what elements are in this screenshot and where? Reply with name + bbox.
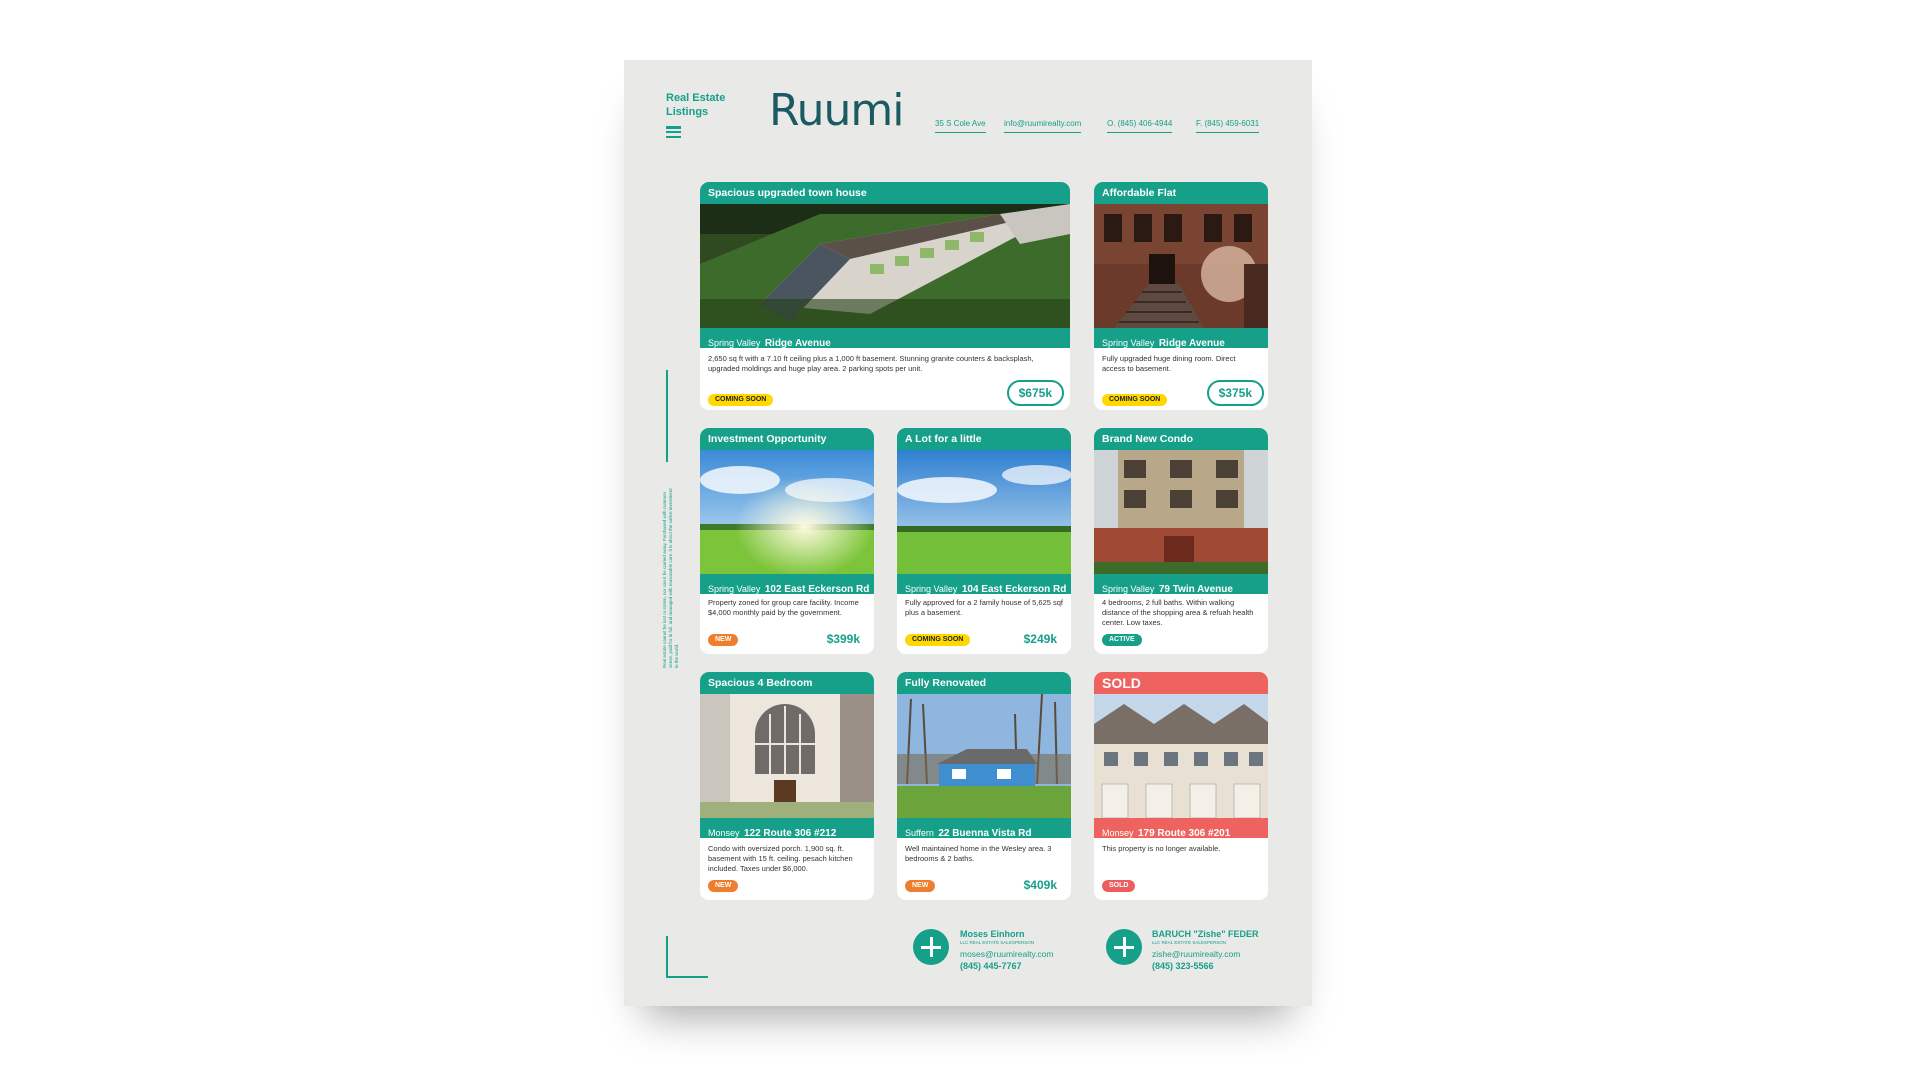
listing-card[interactable]: Brand New Condo Spring Valley 79 Twin Av… bbox=[1094, 428, 1268, 654]
listing-card[interactable]: Investment Opportunity Spring Valley 102… bbox=[700, 428, 874, 654]
listing-title: Spacious 4 Bedroom bbox=[700, 672, 874, 694]
listing-photo-condo bbox=[1094, 450, 1268, 574]
agent-contact: BARUCH "Zishe" FEDER LLC REAL ESTATE SAL… bbox=[1152, 929, 1259, 971]
listing-title: Investment Opportunity bbox=[700, 428, 874, 450]
listing-card[interactable]: Spacious upgraded town house Spring Vall… bbox=[700, 182, 1070, 410]
listing-photo-ranch-house bbox=[897, 694, 1071, 818]
listing-description: Property zoned for group care facility. … bbox=[708, 598, 859, 617]
listing-address: Suffern 22 Buenna Vista Rd bbox=[897, 818, 1071, 838]
corner-mark bbox=[666, 936, 708, 978]
status-badge: NEW bbox=[708, 880, 739, 892]
listing-description: Fully upgraded huge dining room. Direct … bbox=[1102, 354, 1236, 373]
listing-card[interactable]: Affordable Flat Spring Valley Ridge Aven… bbox=[1094, 182, 1268, 410]
listing-photo-arched-house bbox=[700, 694, 874, 818]
agent-name: BARUCH "Zishe" FEDER bbox=[1152, 929, 1259, 939]
status-badge: SOLD bbox=[1102, 880, 1136, 892]
listing-card[interactable]: Fully Renovated Suffern 22 Buenna Vista … bbox=[897, 672, 1071, 900]
listing-description: Condo with oversized porch. 1,900 sq. ft… bbox=[708, 844, 853, 873]
listing-price: $249k bbox=[1023, 632, 1057, 646]
listing-title: Spacious upgraded town house bbox=[700, 182, 1070, 204]
listing-photo-field bbox=[700, 450, 874, 574]
listing-price: $409k bbox=[1023, 878, 1057, 892]
side-note: Real estate cannot be lost or stolen, no… bbox=[662, 488, 679, 668]
listing-card-sold[interactable]: SOLD Monsey 179 Route 306 #201 This prop… bbox=[1094, 672, 1268, 900]
ruumi-logo: Ruumi bbox=[769, 85, 904, 136]
plus-icon[interactable] bbox=[1106, 929, 1142, 965]
status-badge: COMING SOON bbox=[708, 394, 774, 406]
listing-title: A Lot for a little bbox=[897, 428, 1071, 450]
listing-description: Well maintained home in the Wesley area.… bbox=[905, 844, 1052, 863]
listing-title: Brand New Condo bbox=[1094, 428, 1268, 450]
agent-phone[interactable]: (845) 323-5566 bbox=[1152, 961, 1259, 971]
listing-address: Spring Valley 104 East Eckerson Rd bbox=[897, 574, 1071, 594]
agent-role: LLC REAL ESTATE SALESPERSON bbox=[960, 940, 1034, 945]
status-badge: NEW bbox=[905, 880, 936, 892]
listing-address: Monsey 122 Route 306 #212 bbox=[700, 818, 874, 838]
sold-banner: SOLD bbox=[1094, 672, 1268, 694]
plus-icon[interactable] bbox=[913, 929, 949, 965]
agent-email[interactable]: zishe@ruumirealty.com bbox=[1152, 949, 1259, 959]
listing-description: Fully approved for a 2 family house of 5… bbox=[905, 598, 1064, 617]
listing-address: Spring Valley Ridge Avenue bbox=[1094, 328, 1268, 348]
listing-price: $399k bbox=[826, 632, 860, 646]
status-badge: ACTIVE bbox=[1102, 634, 1142, 646]
status-badge: COMING SOON bbox=[1102, 394, 1168, 406]
contact-address[interactable]: 35 S Cole Ave bbox=[935, 119, 986, 133]
contact-office-phone[interactable]: O. (845) 406-4944 bbox=[1107, 119, 1173, 133]
listing-description: 4 bedrooms, 2 full baths. Within walking… bbox=[1102, 598, 1254, 627]
contact-email[interactable]: info@ruumirealty.com bbox=[1004, 119, 1082, 133]
menu-icon[interactable] bbox=[666, 126, 681, 139]
agent-name: Moses Einhorn bbox=[960, 929, 1025, 939]
listing-price: $375k bbox=[1206, 380, 1264, 406]
status-badge: COMING SOON bbox=[905, 634, 971, 646]
listing-title: Fully Renovated bbox=[897, 672, 1071, 694]
listing-description: 2,650 sq ft with a 7.10 ft ceiling plus … bbox=[708, 354, 1034, 373]
listing-card[interactable]: A Lot for a little Spring Valley 104 Eas… bbox=[897, 428, 1071, 654]
listing-address: Spring Valley Ridge Avenue bbox=[700, 328, 1070, 348]
listing-card[interactable]: Spacious 4 Bedroom Monsey 122 Route 306 … bbox=[700, 672, 874, 900]
listing-photo-townhomes bbox=[1094, 694, 1268, 818]
listing-address: Spring Valley 79 Twin Avenue bbox=[1094, 574, 1268, 594]
agent-phone[interactable]: (845) 445-7767 bbox=[960, 961, 1054, 971]
listing-photo-brownstone bbox=[1094, 204, 1268, 328]
header-tagline: Real Estate Listings bbox=[666, 92, 726, 118]
listing-address: Spring Valley 102 East Eckerson Rd bbox=[700, 574, 874, 594]
agent-role: LLC REAL ESTATE SALESPERSON bbox=[1152, 940, 1226, 945]
listing-price: $675k bbox=[1006, 380, 1064, 406]
listing-photo-townhouse bbox=[700, 204, 1070, 328]
agent-contact: Moses Einhorn LLC REAL ESTATE SALESPERSO… bbox=[960, 929, 1054, 971]
listing-address: Monsey 179 Route 306 #201 bbox=[1094, 818, 1268, 838]
listing-title: Affordable Flat bbox=[1094, 182, 1268, 204]
decorative-divider bbox=[666, 370, 668, 462]
status-badge: NEW bbox=[708, 634, 739, 646]
flyer-page: Real Estate Listings Ruumi 35 S Cole Ave… bbox=[624, 60, 1312, 1006]
agent-email[interactable]: moses@ruumirealty.com bbox=[960, 949, 1054, 959]
contact-fax[interactable]: F. (845) 459-6031 bbox=[1196, 119, 1260, 133]
listing-photo-lot bbox=[897, 450, 1071, 574]
listing-description: This property is no longer available. bbox=[1102, 844, 1221, 853]
